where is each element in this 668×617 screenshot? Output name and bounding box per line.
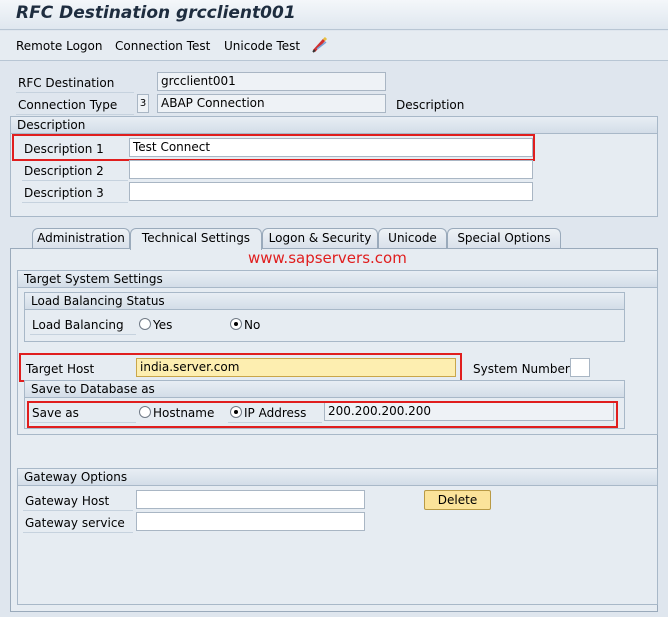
- description-group-title: Description: [11, 117, 657, 134]
- system-number-field[interactable]: [570, 358, 590, 377]
- gateway-service-label: Gateway service: [25, 516, 125, 530]
- connection-test-button[interactable]: Connection Test: [115, 39, 210, 53]
- tab-technical-settings[interactable]: Technical Settings: [130, 228, 262, 250]
- yes-label: Yes: [153, 318, 173, 332]
- label-underline: [23, 532, 133, 533]
- highlight-box: [19, 353, 462, 382]
- rfc-destination-label: RFC Destination: [18, 76, 115, 90]
- highlight-box: [27, 401, 618, 428]
- connection-type-field[interactable]: ABAP Connection: [157, 94, 386, 113]
- label-underline: [16, 114, 134, 115]
- connection-type-code[interactable]: 3: [137, 94, 149, 113]
- gateway-host-label: Gateway Host: [25, 494, 110, 508]
- title-bar: RFC Destination grcclient001: [0, 0, 668, 30]
- label-underline: [22, 202, 128, 203]
- gateway-service-field[interactable]: [136, 512, 365, 531]
- delete-button[interactable]: Delete: [424, 490, 491, 510]
- label-underline: [16, 92, 134, 93]
- description-label: Description: [396, 98, 465, 112]
- tab-unicode[interactable]: Unicode: [378, 228, 447, 249]
- label-underline: [22, 180, 128, 181]
- label-underline: [23, 510, 133, 511]
- highlight-box: [12, 134, 535, 161]
- unicode-test-button[interactable]: Unicode Test: [224, 39, 300, 53]
- description-3-field[interactable]: [129, 182, 533, 201]
- gateway-options-group: Gateway Options: [17, 468, 658, 605]
- description-3-label: Description 3: [24, 186, 104, 200]
- gateway-host-field[interactable]: [136, 490, 365, 509]
- gateway-options-group-title: Gateway Options: [18, 469, 657, 486]
- target-system-group-title: Target System Settings: [18, 271, 657, 288]
- system-number-label: System Number: [473, 362, 570, 376]
- connection-type-label: Connection Type: [18, 98, 118, 112]
- toolbar: Remote Logon Connection Test Unicode Tes…: [0, 31, 668, 61]
- description-2-field[interactable]: [129, 160, 533, 179]
- load-balancing-label: Load Balancing: [32, 318, 124, 332]
- tab-administration[interactable]: Administration: [32, 228, 130, 249]
- load-balancing-group-title: Load Balancing Status: [25, 293, 624, 310]
- rfc-destination-field[interactable]: grcclient001: [157, 72, 386, 91]
- tab-special-options[interactable]: Special Options: [447, 228, 561, 249]
- pencil-icon[interactable]: [311, 37, 329, 53]
- no-label: No: [244, 318, 261, 332]
- watermark-text: www.sapservers.com: [248, 249, 407, 267]
- load-balancing-no-radio[interactable]: [230, 318, 242, 330]
- remote-logon-button[interactable]: Remote Logon: [16, 39, 103, 53]
- load-balancing-yes-radio[interactable]: [139, 318, 151, 330]
- save-to-database-group-title: Save to Database as: [25, 381, 624, 398]
- page-title: RFC Destination grcclient001: [16, 3, 296, 23]
- description-2-label: Description 2: [24, 164, 104, 178]
- tab-logon-security[interactable]: Logon & Security: [262, 228, 378, 249]
- label-underline: [30, 334, 136, 335]
